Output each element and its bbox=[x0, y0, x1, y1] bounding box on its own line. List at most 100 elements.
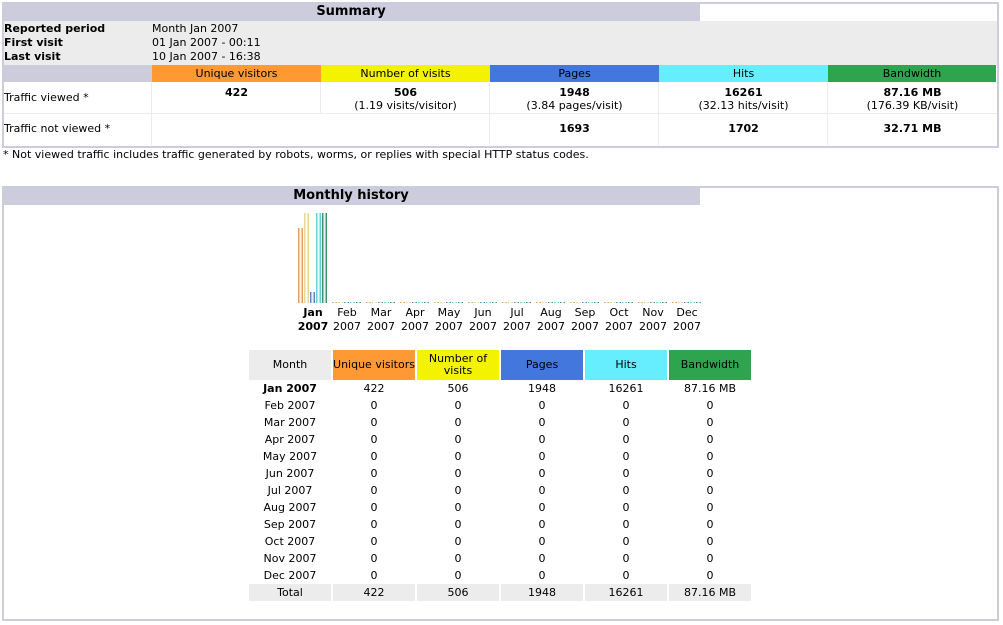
month-cell: 0 bbox=[706, 501, 714, 514]
month-cell: 0 bbox=[706, 399, 714, 412]
not-viewed-hits: 1702 bbox=[728, 122, 759, 135]
bar-unique-visitors bbox=[638, 302, 643, 303]
month-cell: 0 bbox=[706, 467, 714, 480]
first-visit-label: First visit bbox=[4, 36, 63, 49]
header-pages: Pages bbox=[490, 65, 659, 82]
month-cell: 0 bbox=[370, 484, 378, 497]
month-cell: 0 bbox=[622, 552, 630, 565]
month-cell: 0 bbox=[370, 518, 378, 531]
month-name: Sep 2007 bbox=[263, 518, 317, 531]
month-cell: 0 bbox=[706, 416, 714, 429]
bar-bandwidth bbox=[560, 302, 565, 303]
bar-visits bbox=[678, 302, 683, 303]
bar-pages bbox=[548, 302, 553, 303]
month-cell: 0 bbox=[538, 399, 546, 412]
month-cell: 0 bbox=[538, 535, 546, 548]
bar-pages bbox=[412, 302, 417, 303]
x-tick-label: Jan 2007 bbox=[297, 306, 329, 333]
bar-unique-visitors bbox=[468, 302, 473, 303]
col-pages: Pages bbox=[501, 350, 583, 380]
col-unique-visitors: Unique visitors bbox=[333, 350, 415, 380]
total-hits: 16261 bbox=[585, 584, 667, 601]
month-cell: 0 bbox=[706, 484, 714, 497]
viewed-bandwidth: 87.16 MB bbox=[883, 86, 942, 99]
bar-hits bbox=[384, 302, 389, 303]
bar-hits bbox=[554, 302, 559, 303]
bar-hits bbox=[350, 302, 355, 303]
month-cell: 0 bbox=[454, 467, 462, 480]
month-row: Jan 2007 422 506 1948 16261 87.16 MB bbox=[249, 380, 751, 397]
x-tick-label: Oct 2007 bbox=[605, 306, 633, 333]
bar-unique-visitors bbox=[570, 302, 575, 303]
month-name: May 2007 bbox=[262, 450, 318, 463]
viewed-bandwidth-ratio: (176.39 KB/visit) bbox=[866, 99, 959, 112]
bar-bandwidth bbox=[356, 302, 361, 303]
total-visitors: 422 bbox=[333, 584, 415, 601]
bar-bandwidth bbox=[424, 302, 429, 303]
month-cell: 0 bbox=[622, 433, 630, 446]
bar-bandwidth bbox=[322, 213, 327, 303]
bar-pages bbox=[514, 302, 519, 303]
month-cell: 1948 bbox=[528, 382, 556, 395]
month-row: Apr 2007 0 0 0 0 0 bbox=[249, 431, 751, 448]
month-cell: 0 bbox=[538, 416, 546, 429]
month-cell: 0 bbox=[622, 484, 630, 497]
bar-hits bbox=[486, 302, 491, 303]
bar-hits bbox=[316, 213, 321, 303]
month-cell: 0 bbox=[706, 569, 714, 582]
month-cell: 0 bbox=[454, 552, 462, 565]
viewed-visitors: 422 bbox=[225, 86, 248, 99]
month-name: Mar 2007 bbox=[263, 416, 317, 429]
monthly-history-title: Monthly history bbox=[2, 186, 700, 205]
x-tick-label: Dec 2007 bbox=[673, 306, 701, 333]
bar-bandwidth bbox=[526, 302, 531, 303]
summary-title: Summary bbox=[2, 2, 700, 21]
month-name: Nov 2007 bbox=[263, 552, 317, 565]
bar-pages bbox=[616, 302, 621, 303]
bar-bandwidth bbox=[662, 302, 667, 303]
month-cell: 0 bbox=[370, 399, 378, 412]
total-bandwidth: 87.16 MB bbox=[669, 584, 751, 601]
month-cell: 0 bbox=[706, 552, 714, 565]
bar-bandwidth bbox=[492, 302, 497, 303]
month-row: Mar 2007 0 0 0 0 0 bbox=[249, 414, 751, 431]
month-cell: 0 bbox=[538, 450, 546, 463]
month-cell: 0 bbox=[622, 399, 630, 412]
bar-pages bbox=[446, 302, 451, 303]
month-row: Nov 2007 0 0 0 0 0 bbox=[249, 550, 751, 567]
bar-visits bbox=[406, 302, 411, 303]
reported-period-label: Reported period bbox=[4, 22, 106, 35]
month-cell: 0 bbox=[538, 467, 546, 480]
month-cell: 0 bbox=[370, 569, 378, 582]
month-cell: 0 bbox=[454, 450, 462, 463]
month-cell: 0 bbox=[706, 450, 714, 463]
viewed-pages-ratio: (3.84 pages/visit) bbox=[526, 99, 623, 112]
x-tick-label: Feb 2007 bbox=[333, 306, 361, 333]
month-name: Feb 2007 bbox=[264, 399, 316, 412]
monthly-history-table: Month Unique visitors Number of visits P… bbox=[247, 350, 753, 601]
bar-bandwidth bbox=[696, 302, 701, 303]
x-tick-label: Apr 2007 bbox=[401, 306, 429, 333]
bar-bandwidth bbox=[390, 302, 395, 303]
total-pages: 1948 bbox=[501, 584, 583, 601]
month-cell: 0 bbox=[622, 501, 630, 514]
header-number-of-visits: Number of visits bbox=[321, 65, 490, 82]
summary-header-blank bbox=[4, 65, 152, 82]
month-name: Aug 2007 bbox=[263, 501, 317, 514]
col-hits: Hits bbox=[585, 350, 667, 380]
month-cell: 0 bbox=[454, 484, 462, 497]
month-cell: 0 bbox=[454, 399, 462, 412]
col-bandwidth: Bandwidth bbox=[669, 350, 751, 380]
bar-unique-visitors bbox=[604, 302, 609, 303]
month-cell: 0 bbox=[622, 535, 630, 548]
bar-visits bbox=[372, 302, 377, 303]
bar-visits bbox=[508, 302, 513, 303]
month-row: Oct 2007 0 0 0 0 0 bbox=[249, 533, 751, 550]
col-number-of-visits: Number of visits bbox=[417, 350, 499, 380]
month-cell: 0 bbox=[538, 484, 546, 497]
last-visit-label: Last visit bbox=[4, 50, 61, 63]
bar-hits bbox=[520, 302, 525, 303]
viewed-visits: 506 bbox=[394, 86, 417, 99]
month-cell: 0 bbox=[538, 552, 546, 565]
month-cell: 0 bbox=[622, 416, 630, 429]
